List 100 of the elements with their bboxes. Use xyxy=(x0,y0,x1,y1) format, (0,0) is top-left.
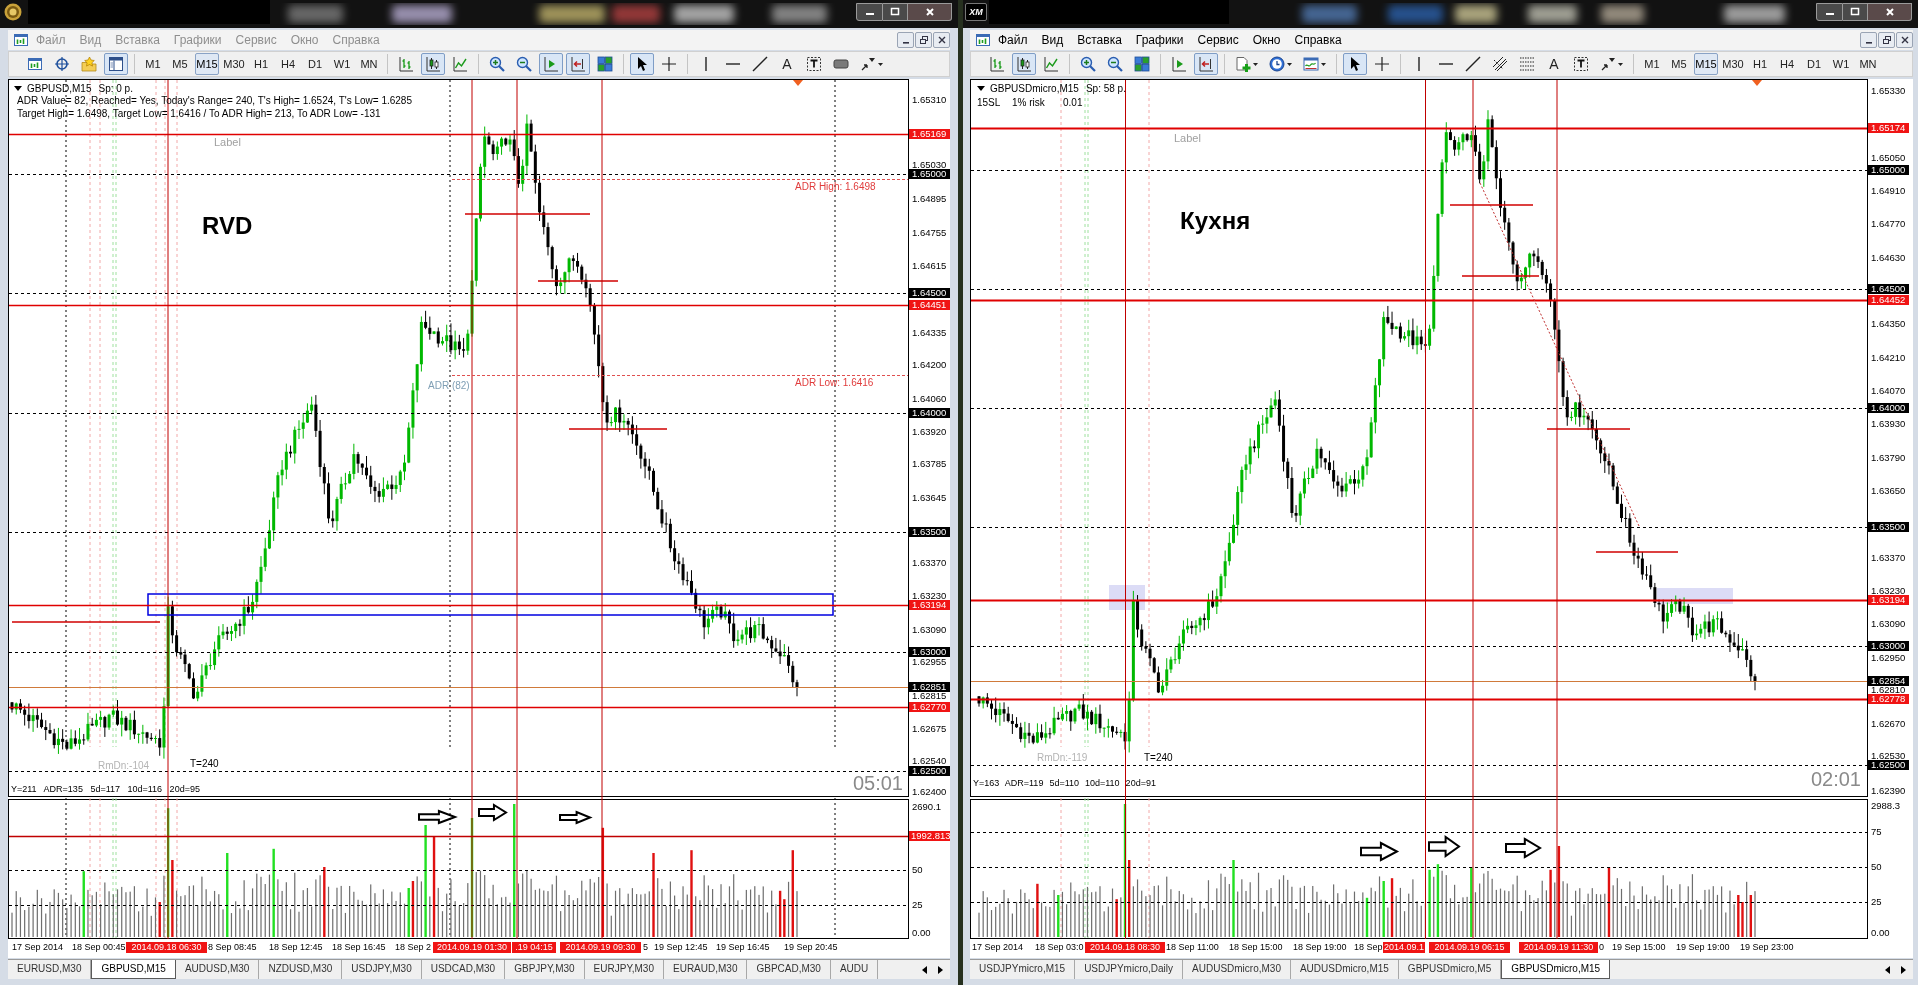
price-axis-label: 1.65030 xyxy=(912,161,947,169)
range-label: RmDn:-119 xyxy=(1037,752,1088,763)
price-axis-label: 1.63370 xyxy=(912,559,947,568)
price-level-tag: 1.64500 xyxy=(1868,283,1909,294)
volume-axis-label: 25 xyxy=(912,901,923,909)
time-axis-label: 18 Sep 11:00 xyxy=(1166,942,1219,953)
stats-text: Y=211 ADR=135 5d=117 10d=116 20d=95 xyxy=(11,784,200,795)
price-axis-label: 1.63230 xyxy=(1871,586,1906,595)
price-axis-label: 1.64895 xyxy=(912,195,947,204)
price-level-tag: 1.63000 xyxy=(909,646,950,657)
info-text: ADR Value= 82, Reached= Yes, Today's Range= 240, T's High= 1.6524, T's Low= 1.6285 xyxy=(17,95,412,106)
price-level-tag: 1.64452 xyxy=(1868,295,1909,306)
price-axis-label: 1.64070 xyxy=(1871,387,1906,395)
price-axis-label: 1.64335 xyxy=(912,328,947,337)
time-axis-label: 8 Sep 08:45 xyxy=(208,942,257,953)
info-text: 15SL xyxy=(977,97,1001,108)
price-axis-label: 1.63785 xyxy=(912,460,947,469)
price-axis-label: 1.62815 xyxy=(912,692,947,701)
volume-axis-label: 25 xyxy=(1871,898,1882,906)
time-axis-label: 19 Sep 12:45 xyxy=(654,942,708,953)
price-axis-label: 1.64210 xyxy=(1871,353,1906,362)
target-label: T=240 xyxy=(1144,752,1173,763)
time-axis-label: 18 Sep 12:45 xyxy=(269,942,323,953)
volume-axis-label: 75 xyxy=(1871,827,1882,836)
time-marker-tag: 2014.09.1 xyxy=(1383,942,1425,953)
time-marker-tag: 2014.09.19 01:30 xyxy=(433,942,511,953)
price-axis-label: 1.63790 xyxy=(1871,453,1906,462)
time-axis-label: 19 Sep 15:00 xyxy=(1612,942,1666,953)
time-axis-label: 5 xyxy=(643,942,648,953)
time-axis-label: 18 Sep 00:45 xyxy=(72,942,126,953)
bar-timer-text: 05:01 xyxy=(852,773,903,793)
price-axis-label: 1.64350 xyxy=(1871,320,1906,329)
time-axis-label: 18 Sep 16:45 xyxy=(332,942,386,953)
time-axis-label: 17 Sep 2014 xyxy=(12,942,64,953)
price-level-tag: 1.65000 xyxy=(909,169,950,179)
symbol-label: GBPUSDmicro,M15 xyxy=(990,83,1079,94)
target-label: T=240 xyxy=(190,758,219,769)
price-level-tag: 1.64500 xyxy=(909,288,950,299)
price-axis-label: 1.63645 xyxy=(912,493,947,502)
volume-axis-label: 2690.1 xyxy=(912,803,942,811)
price-axis-label: 1.62390 xyxy=(1871,787,1906,795)
price-axis-label: 1.64910 xyxy=(1871,187,1906,195)
volume-axis-label: 0.00 xyxy=(1871,929,1890,937)
price-axis-label: 1.64615 xyxy=(912,261,947,270)
time-marker-tag: 2014.09.18 06:30 xyxy=(126,942,207,953)
price-axis-label: 1.63650 xyxy=(1871,487,1906,495)
time-axis-label: 19 Sep 23:00 xyxy=(1740,942,1794,953)
price-axis-label: 1.64630 xyxy=(1871,253,1906,262)
range-label: RmDn:-104 xyxy=(98,760,150,771)
price-axis-label: 1.62400 xyxy=(912,788,947,796)
price-axis-label: 1.65330 xyxy=(1871,87,1906,95)
price-axis-label: 1.63090 xyxy=(912,626,947,635)
price-level-tag: 1.63194 xyxy=(1868,594,1909,605)
price-level-tag: 1.64000 xyxy=(1868,402,1909,413)
time-axis-label: 18 Sep 03:0 xyxy=(1035,942,1084,953)
price-level-tag: 1.62778 xyxy=(1868,693,1909,704)
volume-axis-label: 50 xyxy=(1871,863,1882,871)
volume-axis-label: 50 xyxy=(912,866,923,874)
price-axis-label: 1.63230 xyxy=(912,592,947,601)
price-axis-label: 1.62955 xyxy=(912,658,947,667)
price-axis-label: 1.65310 xyxy=(912,96,947,104)
app-logo: XM xyxy=(965,3,987,21)
price-axis-label: 1.62810 xyxy=(1871,685,1906,694)
price-axis-label: 1.65050 xyxy=(1871,153,1906,162)
adr-low-label: ADR Low: 1.6416 xyxy=(795,377,874,388)
price-level-tag: 1.62851 xyxy=(909,682,950,693)
price-axis-label: 1.64060 xyxy=(912,394,947,403)
time-marker-tag: .19 04:15 xyxy=(512,942,556,953)
price-level-tag: 1.63000 xyxy=(1868,640,1909,651)
price-axis-label: 1.64755 xyxy=(912,228,947,237)
price-axis-label: 1.64200 xyxy=(912,361,947,370)
price-axis-label: 1.62950 xyxy=(1871,653,1906,662)
price-level-tag: 1.65174 xyxy=(1868,123,1909,134)
time-axis-label: 18 Sep 15:00 xyxy=(1229,942,1283,953)
price-level-tag: 1.65169 xyxy=(909,128,950,139)
price-axis-label: 1.64770 xyxy=(1871,220,1906,229)
info-text: 0.01 xyxy=(1063,97,1083,108)
price-axis-label: 1.62675 xyxy=(912,725,947,734)
price-level-tag: 1.65000 xyxy=(1868,164,1909,175)
time-axis-label: 18 Sep 2 xyxy=(395,942,432,953)
time-axis-label: 0 xyxy=(1599,942,1604,953)
time-marker-tag: 2014.09.19 11:30 xyxy=(1519,942,1598,953)
time-axis-label: 19 Sep 19:00 xyxy=(1676,942,1730,953)
price-axis-label: 1.62670 xyxy=(1871,720,1906,729)
time-axis-label: 17 Sep 2014 xyxy=(972,942,1024,953)
price-level-tag: 1.62770 xyxy=(909,701,950,712)
spread-label: Sp: 0 p. xyxy=(98,83,133,94)
price-axis-label: 1.62530 xyxy=(1871,751,1906,760)
info-text: 1% risk xyxy=(1012,97,1045,108)
price-level-tag: 1.63194 xyxy=(909,600,950,611)
price-level-tag: 1.64000 xyxy=(909,407,950,418)
price-level-tag: 1.64451 xyxy=(909,300,950,311)
time-axis-label: 18 Sep 19:00 xyxy=(1293,942,1347,953)
time-marker-tag: 2014.09.19 06:15 xyxy=(1429,942,1510,953)
bar-timer-text: 02:01 xyxy=(1810,769,1861,789)
price-axis-label: 1.63370 xyxy=(1871,553,1906,562)
adr-high-label: ADR High: 1.6498 xyxy=(795,181,876,192)
symbol-label: GBPUSD,M15 xyxy=(27,83,92,94)
price-axis-label: 1.63090 xyxy=(1871,620,1906,629)
price-axis-label: 1.63920 xyxy=(912,427,947,436)
